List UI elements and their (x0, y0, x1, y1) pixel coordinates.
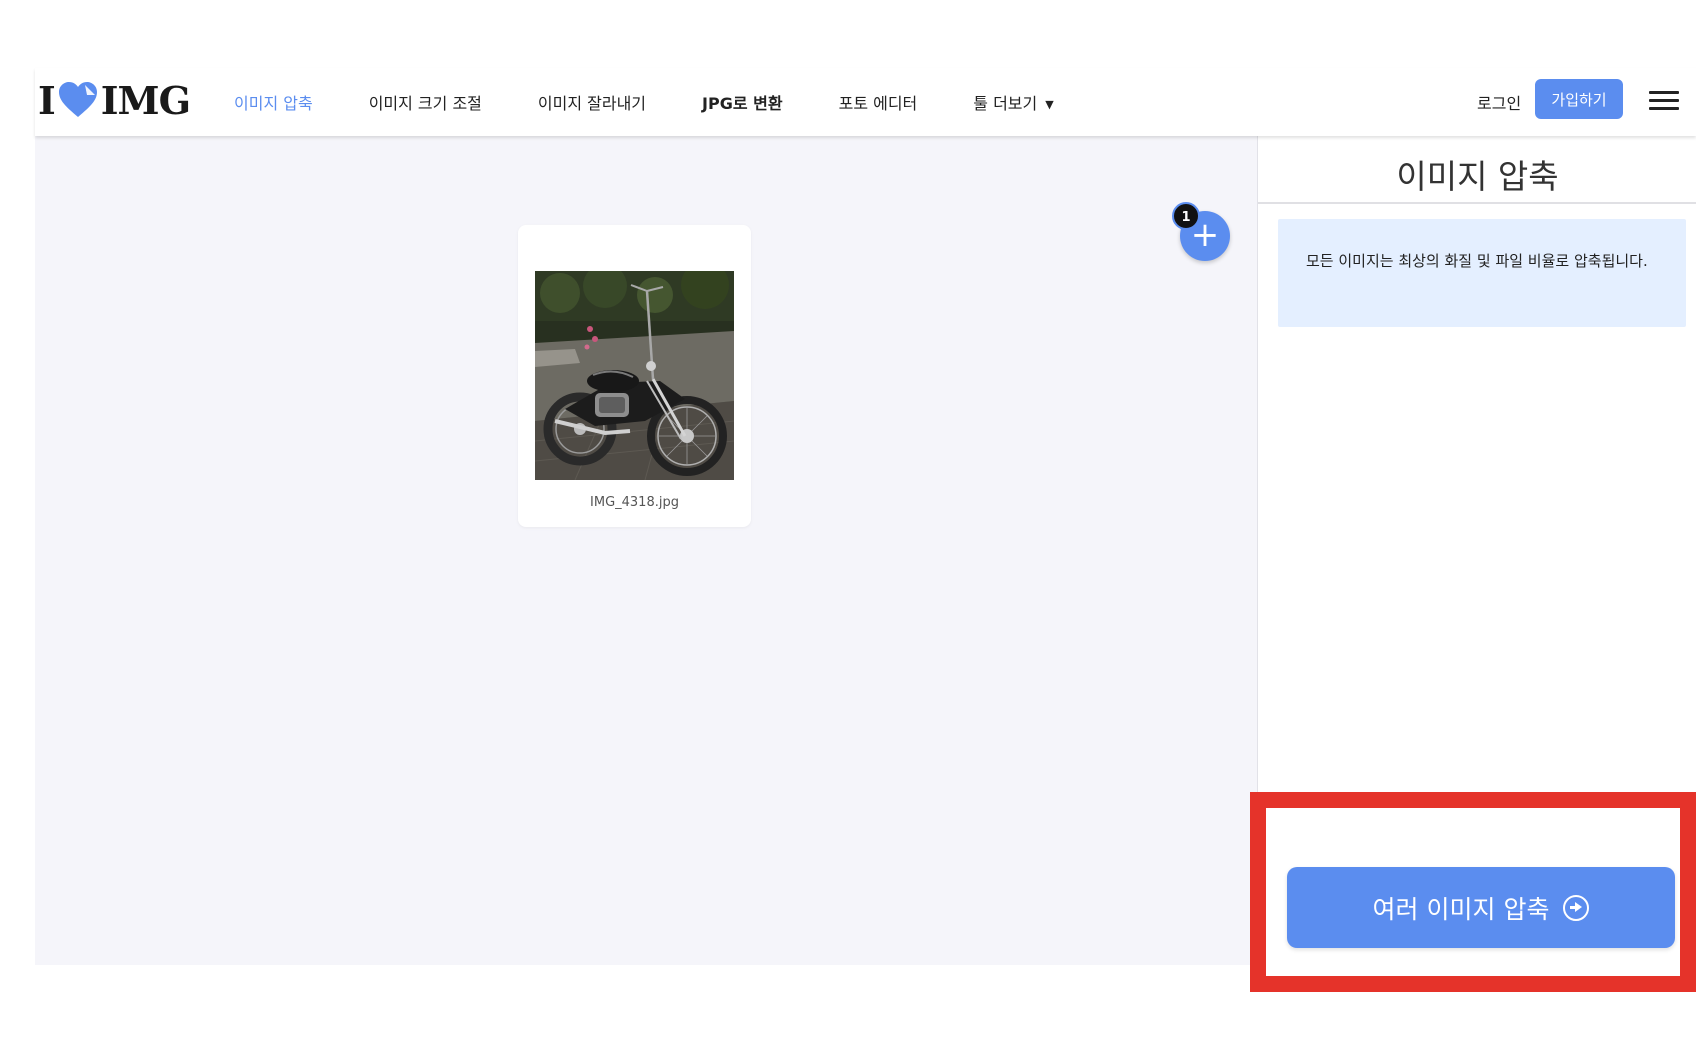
heart-icon (58, 82, 97, 117)
arrow-right-circle-icon (1563, 894, 1590, 921)
panel-title: 이미지 압축 (1396, 157, 1559, 196)
upload-workspace: IMG_4318.jpg + 1 (35, 136, 1257, 965)
top-navbar: I IMG 이미지 압축 이미지 크기 조절 이미지 잘라내기 JPG로 변환 … (35, 68, 1696, 136)
site-logo[interactable]: I IMG (38, 77, 191, 123)
signup-button[interactable]: 가입하기 (1535, 79, 1623, 119)
compress-images-button[interactable]: 여러 이미지 압축 (1287, 867, 1675, 948)
image-thumbnail (535, 271, 734, 480)
nav-item-photo-editor[interactable]: 포토 에디터 (839, 90, 918, 114)
main-nav: 이미지 압축 이미지 크기 조절 이미지 잘라내기 JPG로 변환 포토 에디터… (234, 68, 1110, 136)
nav-item-more-tools[interactable]: 툴 더보기 ▼ (973, 90, 1053, 114)
nav-item-compress[interactable]: 이미지 압축 (234, 90, 313, 114)
logo-letter-i: I (38, 77, 56, 123)
menu-bar (1649, 107, 1679, 110)
nav-item-resize[interactable]: 이미지 크기 조절 (369, 90, 482, 114)
info-text: 모든 이미지는 최상의 화질 및 파일 비율로 압축됩니다. (1306, 252, 1648, 270)
options-sidebar: 이미지 압축 모든 이미지는 최상의 화질 및 파일 비율로 압축됩니다. (1257, 136, 1696, 965)
menu-bar (1649, 91, 1679, 94)
info-box: 모든 이미지는 최상의 화질 및 파일 비율로 압축됩니다. (1278, 219, 1686, 327)
file-name: IMG_4318.jpg (590, 495, 679, 510)
file-card[interactable]: IMG_4318.jpg (518, 225, 751, 527)
file-count-badge: 1 (1172, 202, 1200, 230)
caret-down-icon: ▼ (1045, 98, 1054, 111)
hamburger-menu-icon[interactable] (1649, 86, 1679, 114)
login-link[interactable]: 로그인 (1477, 90, 1521, 114)
logo-text-img: IMG (100, 77, 191, 123)
menu-bar (1649, 99, 1679, 102)
nav-item-crop[interactable]: 이미지 잘라내기 (538, 90, 646, 114)
nav-more-label: 툴 더보기 (973, 94, 1038, 113)
panel-divider (1258, 202, 1696, 204)
motorcycle-photo (535, 271, 734, 480)
nav-item-convert-jpg[interactable]: JPG로 변환 (702, 90, 783, 114)
compress-button-label: 여러 이미지 압축 (1372, 894, 1550, 924)
